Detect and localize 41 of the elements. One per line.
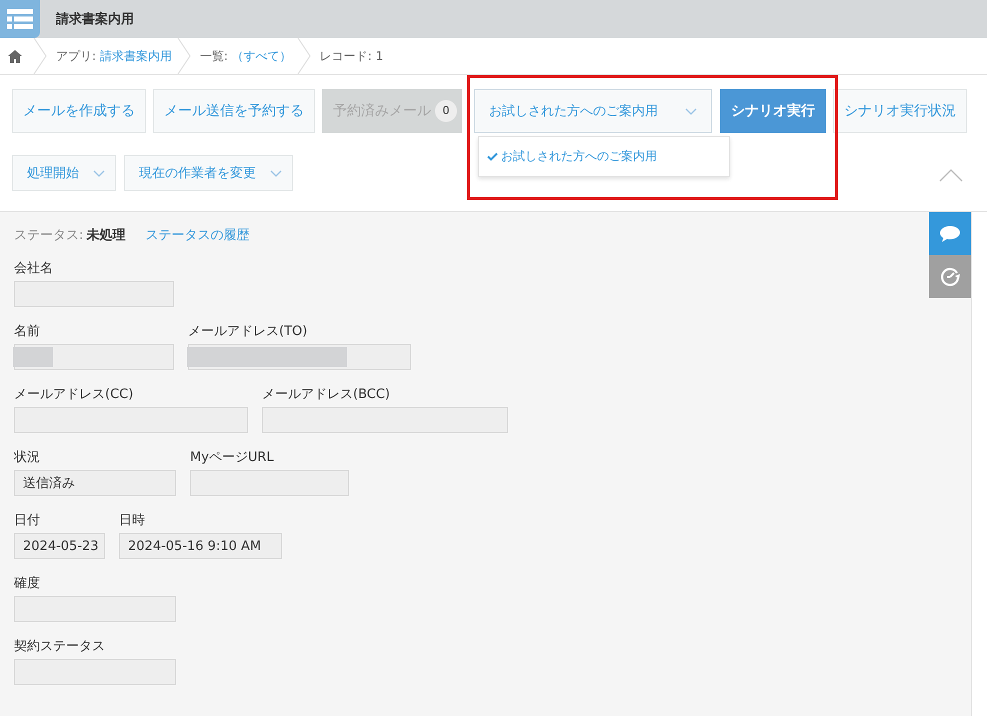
field-label: メールアドレス(CC) [14, 386, 134, 402]
mail-button[interactable]: メールを作成する [12, 89, 146, 133]
field-label: メールアドレス(TO) [188, 323, 308, 339]
field-label: 日時 [119, 512, 146, 528]
breadcrumb-item: レコード: 1 [320, 48, 384, 64]
run-scenario-button[interactable]: シナリオ実行 [720, 89, 826, 133]
field-label: 名前 [14, 323, 41, 339]
field-value: 2024-05-16 9:10 AM [119, 533, 282, 559]
scenario-status-button[interactable]: シナリオ実行状況 [833, 89, 967, 133]
status-history-link[interactable]: ステータスの履歴 [145, 226, 250, 244]
check-icon [487, 152, 498, 161]
caret-icon [270, 170, 282, 176]
field-label: 状況 [14, 449, 41, 465]
field-label: 契約ステータス [14, 638, 106, 654]
field-value: 送信済み [14, 470, 176, 496]
field-label: 確度 [14, 575, 41, 591]
caret-icon [685, 108, 697, 114]
field-label: MyページURL [190, 449, 275, 465]
app-title: 請求書案内用 [56, 10, 134, 28]
home-icon[interactable] [8, 50, 22, 62]
dropdown-option[interactable]: お試しされた方へのご案内用 [479, 147, 663, 166]
collapse-icon[interactable] [939, 169, 963, 182]
count-badge: 0 [435, 100, 457, 122]
field-value: 2024-05-23 [14, 533, 105, 559]
action-dropdown[interactable]: 処理開始 [12, 155, 116, 191]
comment-button[interactable] [929, 212, 971, 255]
action-dropdown[interactable]: 現在の作業者を変更 [124, 155, 293, 191]
status-label: ステータス: [14, 227, 84, 244]
status-value: 未処理 [86, 227, 126, 244]
breadcrumb-item[interactable]: 一覧: （すべて） [200, 48, 292, 64]
app-icon[interactable] [0, 0, 40, 38]
scenario-dropdown[interactable]: お試しされた方へのご案内用 [474, 89, 712, 133]
clock-icon [939, 266, 961, 288]
breadcrumb-item[interactable]: アプリ: 請求書案内用 [56, 48, 172, 64]
chat-bubble-icon [939, 224, 961, 242]
history-button[interactable] [929, 255, 971, 298]
field-label: 日付 [14, 512, 41, 528]
field-label: 会社名 [14, 260, 54, 276]
caret-icon [93, 170, 105, 176]
field-label: メールアドレス(BCC) [262, 386, 391, 402]
mail-button[interactable]: メール送信を予約する [153, 89, 315, 133]
